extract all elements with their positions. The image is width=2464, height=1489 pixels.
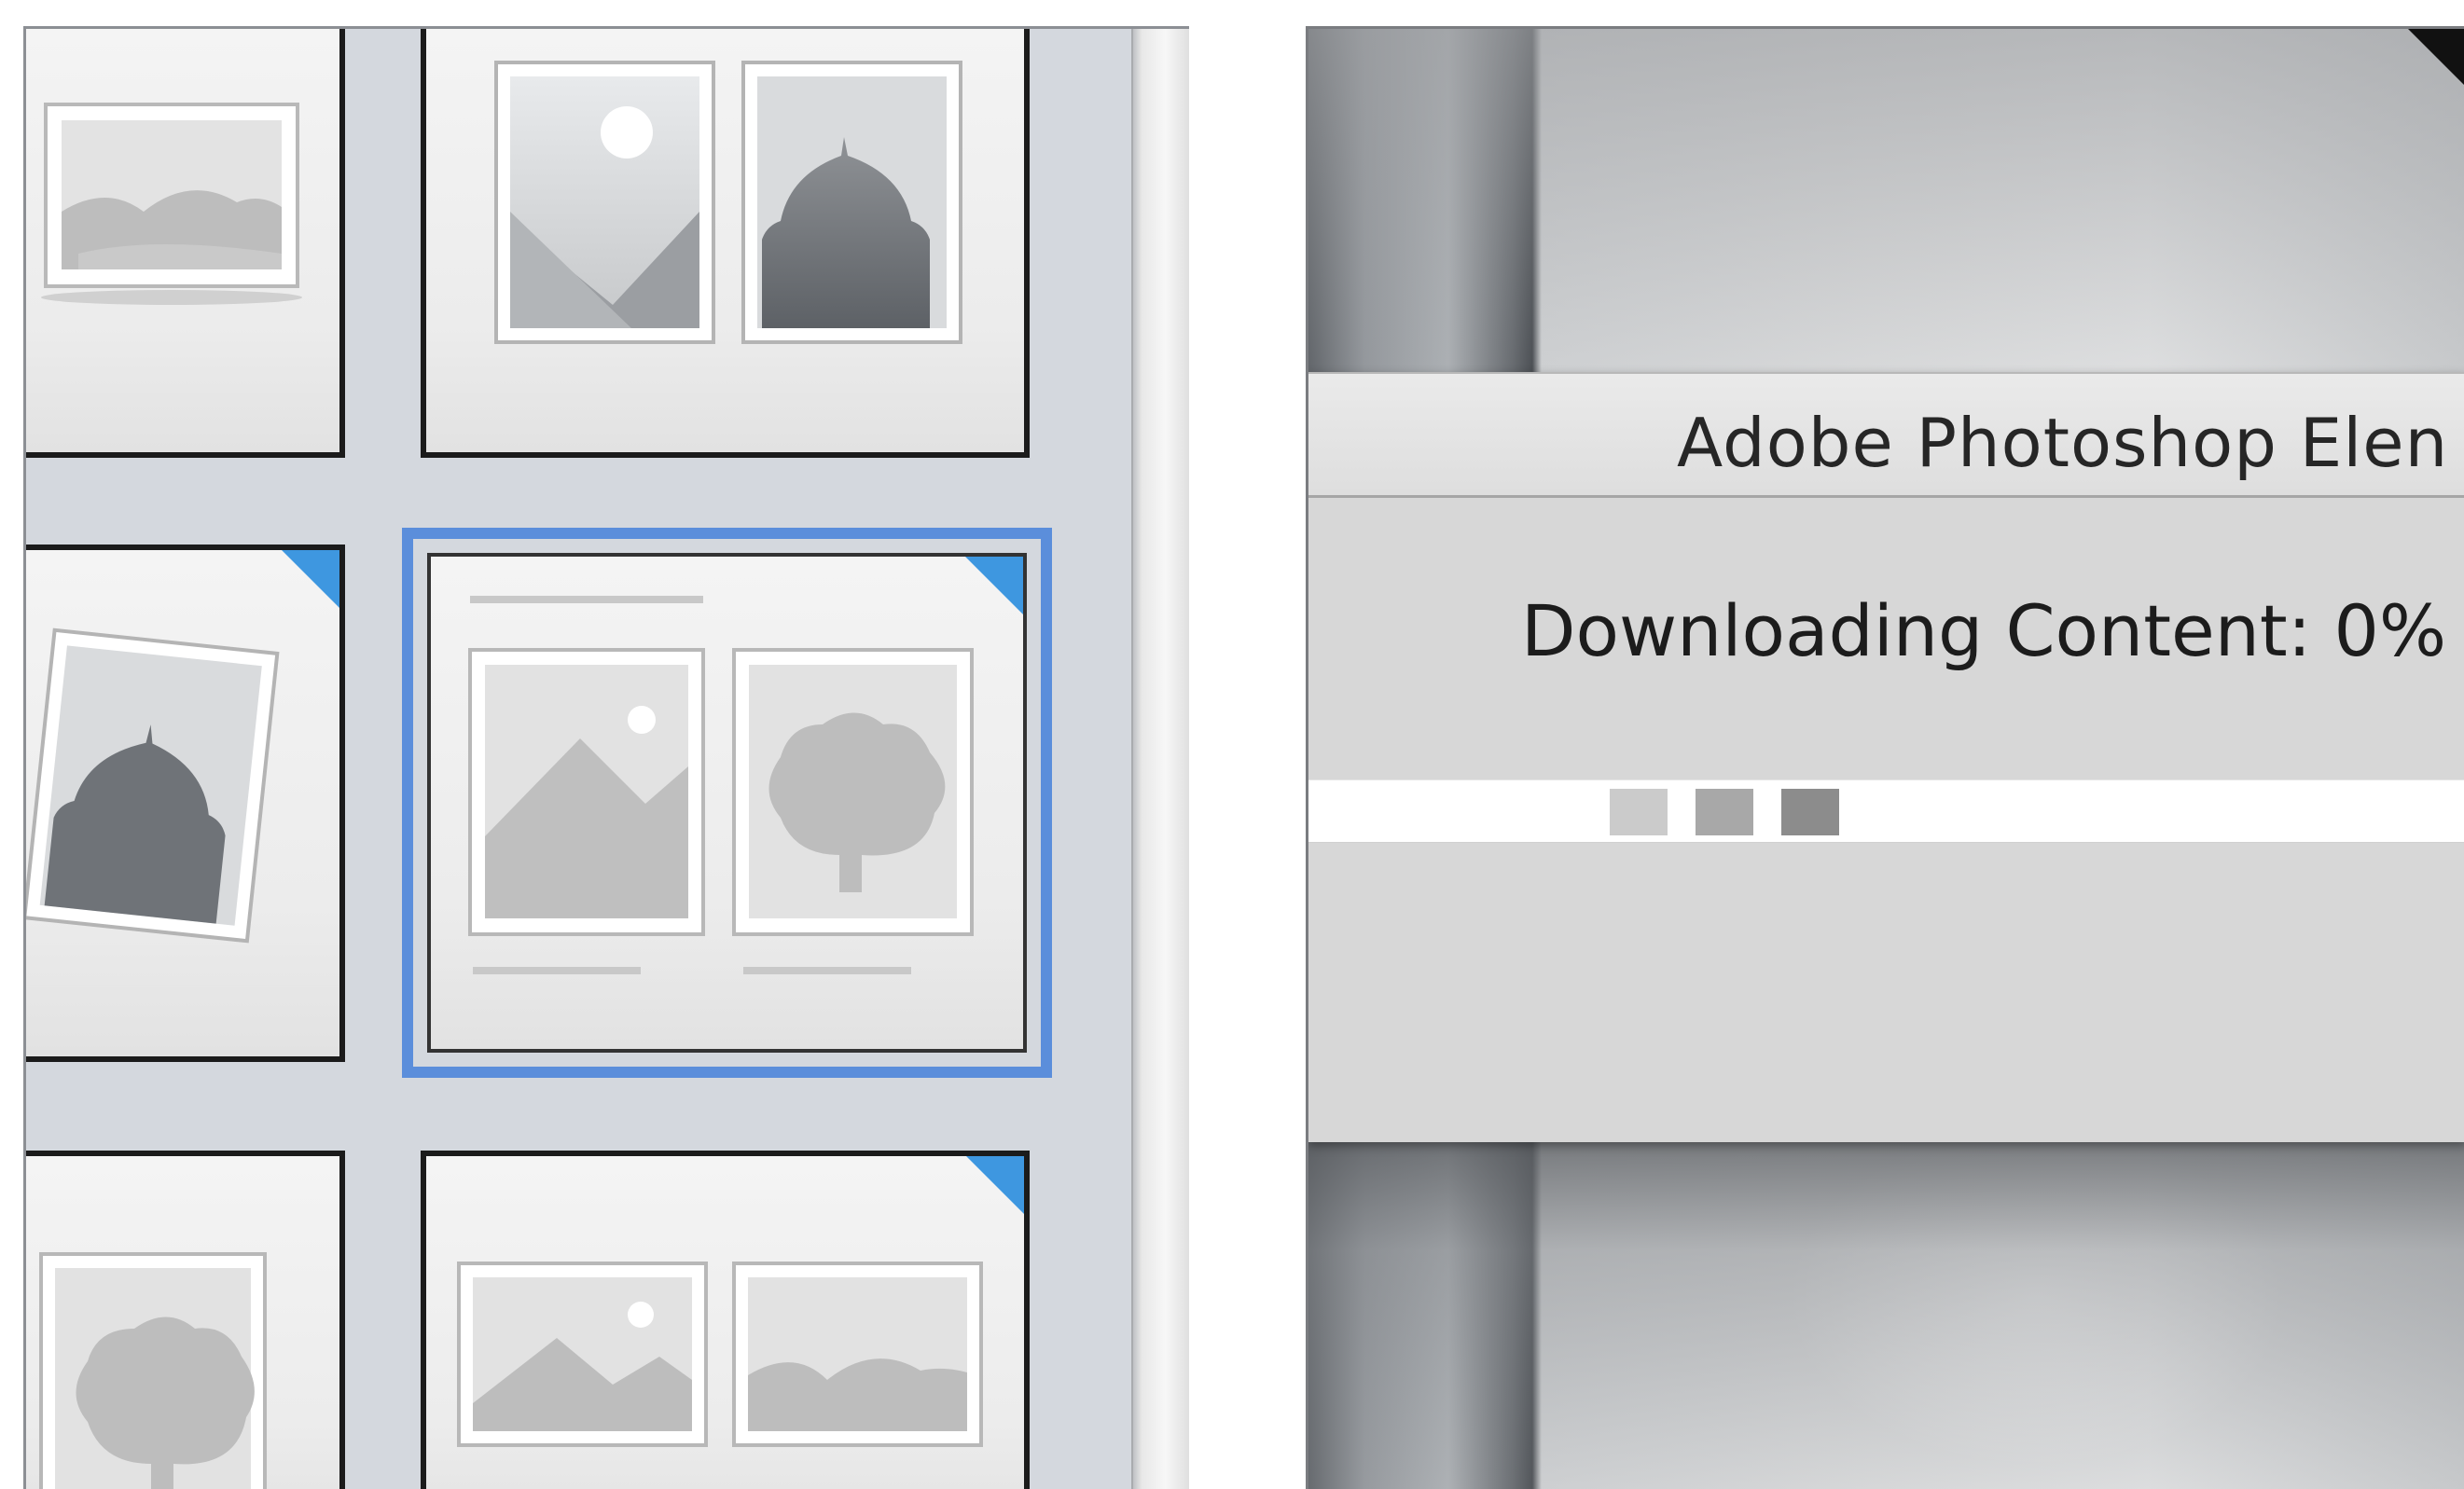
tilted-photo-thumbnail-icon xyxy=(26,627,280,944)
activity-square xyxy=(1696,789,1753,835)
activity-square xyxy=(1610,789,1668,835)
new-content-badge xyxy=(966,1156,1024,1214)
desktop-background: Adobe Photoshop Elen Downloading Content… xyxy=(1306,26,2464,1489)
indeterminate-progress-bar xyxy=(1308,779,2464,843)
dialog-title: Adobe Photoshop Elen xyxy=(1677,404,2449,482)
two-photos-thumbnail-icon xyxy=(494,61,962,344)
window-corner xyxy=(2408,29,2464,85)
download-status-text: Downloading Content: 0% xyxy=(1521,589,2447,672)
layout-tile-two-landscapes[interactable] xyxy=(421,1151,1030,1489)
layout-tile-tilted-photo[interactable] xyxy=(26,545,345,1062)
layout-tile-single-landscape[interactable] xyxy=(26,29,345,458)
tree-thumbnail-icon xyxy=(39,1252,267,1489)
layout-tile-two-photos-captions[interactable] xyxy=(427,553,1027,1053)
new-content-badge xyxy=(965,557,1023,614)
layout-tile-two-photos[interactable] xyxy=(421,29,1030,458)
download-progress-dialog: Adobe Photoshop Elen Downloading Content… xyxy=(1308,372,2464,1142)
new-content-badge xyxy=(282,550,339,608)
vertical-scrollbar[interactable] xyxy=(1131,29,1189,1489)
background-shade xyxy=(1308,29,2464,374)
dialog-titlebar[interactable]: Adobe Photoshop Elen xyxy=(1308,372,2464,498)
activity-square xyxy=(1781,789,1839,835)
two-landscapes-thumbnail-icon xyxy=(457,1262,983,1447)
layout-thumbnail-panel xyxy=(23,26,1189,1489)
background-shade xyxy=(1308,1120,2464,1489)
landscape-thumbnail-icon xyxy=(41,103,302,305)
two-photos-captions-thumbnail-icon xyxy=(468,596,974,974)
layout-tile-tree-photo[interactable] xyxy=(26,1151,345,1489)
